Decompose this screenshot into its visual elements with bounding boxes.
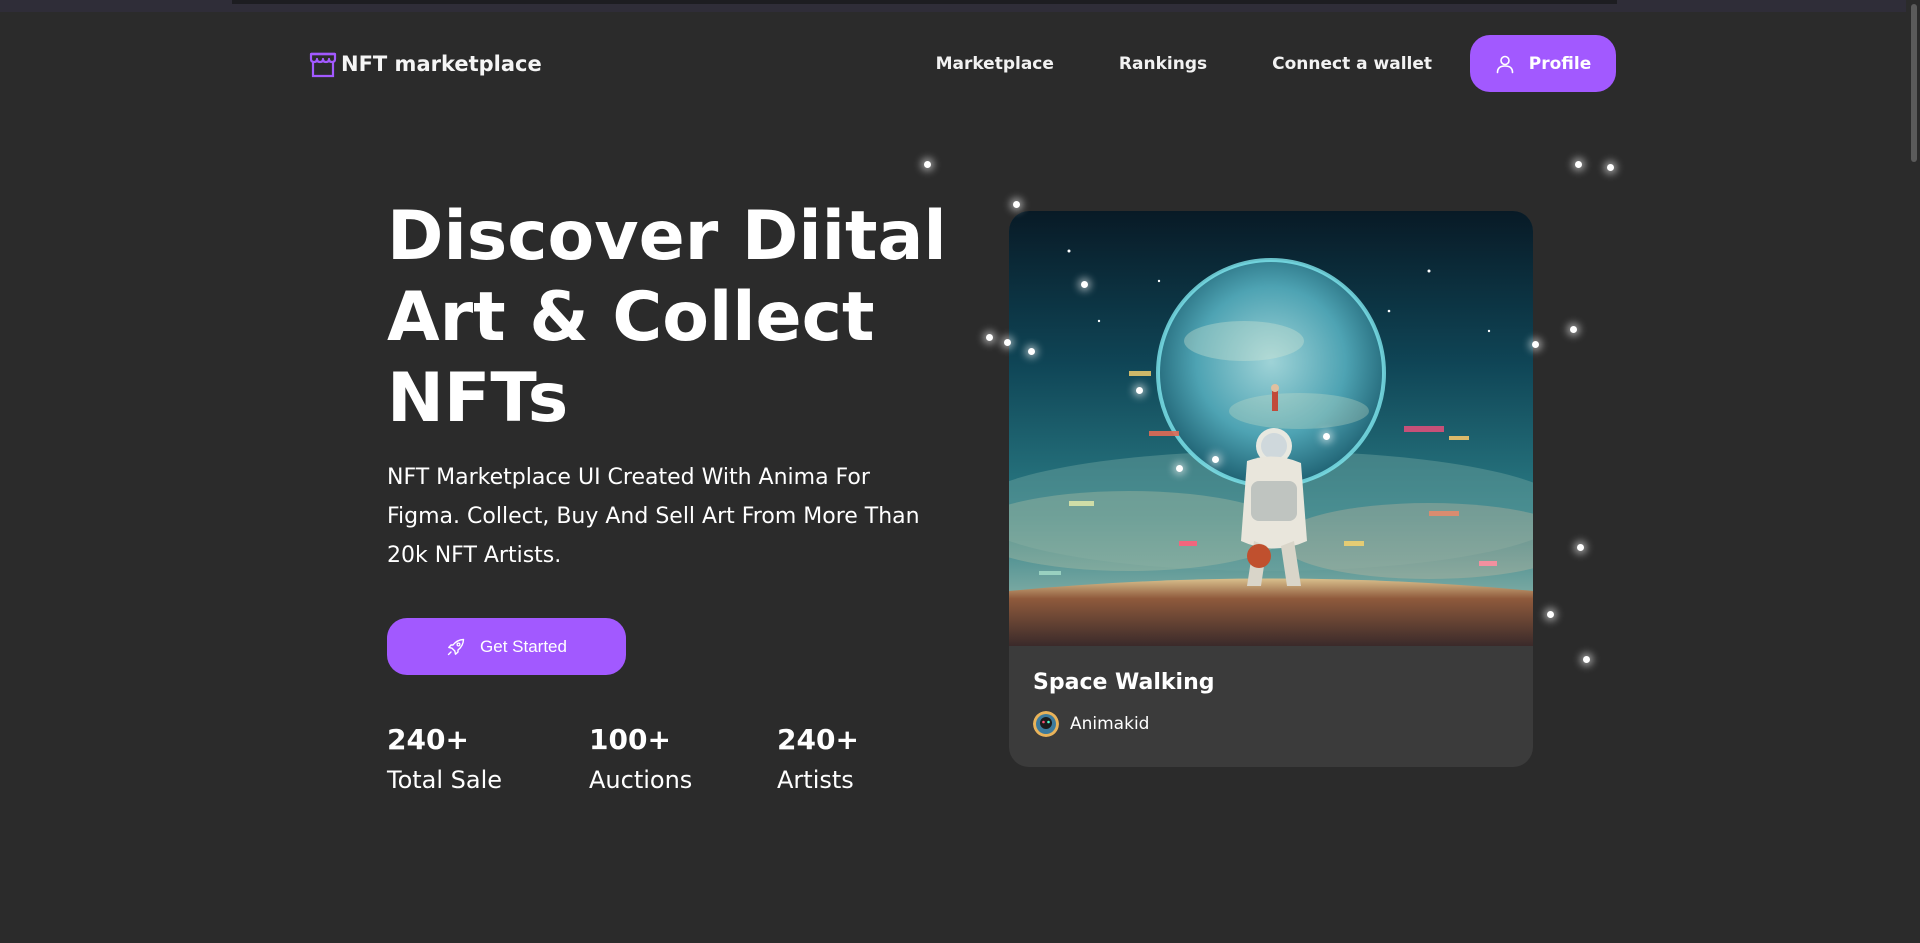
card-title: Space Walking bbox=[1033, 670, 1215, 695]
glow-star-decoration bbox=[924, 161, 931, 168]
stat-label: Total Sale bbox=[387, 766, 503, 794]
glow-star-decoration bbox=[1028, 348, 1035, 355]
stat-value: 240+ bbox=[387, 723, 469, 756]
get-started-label: Get Started bbox=[480, 636, 567, 656]
hero-title: Discover Diital Art & Collect NFTs bbox=[387, 197, 947, 438]
nav-link-connect-wallet[interactable]: Connect a wallet bbox=[1272, 54, 1432, 74]
artist-name: Animakid bbox=[1070, 714, 1150, 734]
glow-star-decoration bbox=[1532, 341, 1539, 348]
astronaut-planet-artwork bbox=[1009, 211, 1533, 646]
glow-star-decoration bbox=[1212, 456, 1219, 463]
user-icon bbox=[1496, 55, 1514, 73]
glow-star-decoration bbox=[1176, 465, 1183, 472]
glow-star-decoration bbox=[1323, 433, 1330, 440]
glow-star-decoration bbox=[1004, 339, 1011, 346]
browser-top-bar bbox=[232, 0, 1617, 4]
scrollbar[interactable] bbox=[1906, 0, 1920, 943]
stat-value: 240+ bbox=[777, 723, 859, 756]
glow-star-decoration bbox=[1607, 164, 1614, 171]
glow-star-decoration bbox=[1136, 387, 1143, 394]
nav-link-marketplace[interactable]: Marketplace bbox=[936, 54, 1054, 74]
storefront-icon bbox=[308, 49, 338, 79]
glow-star-decoration bbox=[1081, 281, 1088, 288]
navbar: NFT marketplace Marketplace Rankings Con… bbox=[308, 35, 1616, 92]
glow-star-decoration bbox=[1583, 656, 1590, 663]
avatar bbox=[1033, 711, 1059, 737]
glow-star-decoration bbox=[1547, 611, 1554, 618]
brand-name: NFT marketplace bbox=[341, 52, 542, 76]
logo[interactable]: NFT marketplace bbox=[308, 47, 542, 81]
glow-star-decoration bbox=[1575, 161, 1582, 168]
stat-artists: 240+ Artists bbox=[777, 722, 927, 800]
profile-button-label: Profile bbox=[1528, 53, 1592, 74]
hero-subtitle: NFT Marketplace UI Created With Anima Fo… bbox=[387, 465, 920, 568]
stat-label: Auctions bbox=[589, 766, 693, 794]
nav-link-rankings[interactable]: Rankings bbox=[1119, 54, 1207, 74]
glow-star-decoration bbox=[1013, 201, 1020, 208]
get-started-button[interactable]: Get Started bbox=[387, 618, 626, 675]
glow-star-decoration bbox=[986, 334, 993, 341]
rocket-icon bbox=[447, 638, 465, 655]
glow-star-decoration bbox=[1577, 544, 1584, 551]
browser-top-strip bbox=[0, 0, 1920, 12]
card-artist[interactable]: Animakid bbox=[1033, 711, 1149, 737]
featured-nft-card[interactable]: Space Walking Animakid bbox=[1009, 211, 1533, 767]
glow-star-decoration bbox=[1570, 326, 1577, 333]
stat-label: Artists bbox=[777, 766, 854, 794]
stats-row: 240+ Total Sale 100+ Auctions 240+ Artis… bbox=[387, 722, 927, 800]
stat-auctions: 100+ Auctions bbox=[589, 722, 777, 800]
scrollbar-thumb[interactable] bbox=[1911, 4, 1917, 162]
profile-button[interactable]: Profile bbox=[1470, 35, 1616, 92]
nav-links: Marketplace Rankings Connect a wallet Pr… bbox=[936, 35, 1616, 92]
stat-total-sale: 240+ Total Sale bbox=[387, 722, 589, 800]
stat-value: 100+ bbox=[589, 723, 671, 756]
